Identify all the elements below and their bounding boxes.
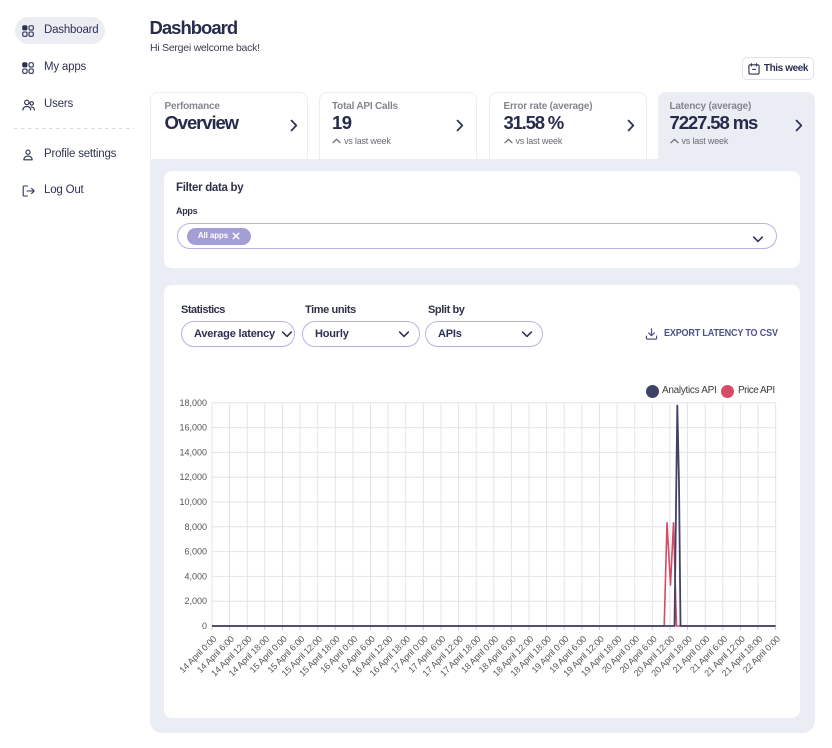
svg-text:12,000: 12,000: [179, 472, 207, 482]
svg-text:8,000: 8,000: [184, 522, 207, 532]
svg-text:10,000: 10,000: [179, 497, 207, 507]
svg-text:14,000: 14,000: [179, 447, 207, 457]
svg-text:18,000: 18,000: [179, 398, 207, 408]
svg-text:2,000: 2,000: [184, 596, 207, 606]
svg-text:0: 0: [202, 621, 207, 631]
svg-text:6,000: 6,000: [184, 547, 207, 557]
svg-text:4,000: 4,000: [184, 571, 207, 581]
svg-text:16,000: 16,000: [179, 423, 207, 433]
